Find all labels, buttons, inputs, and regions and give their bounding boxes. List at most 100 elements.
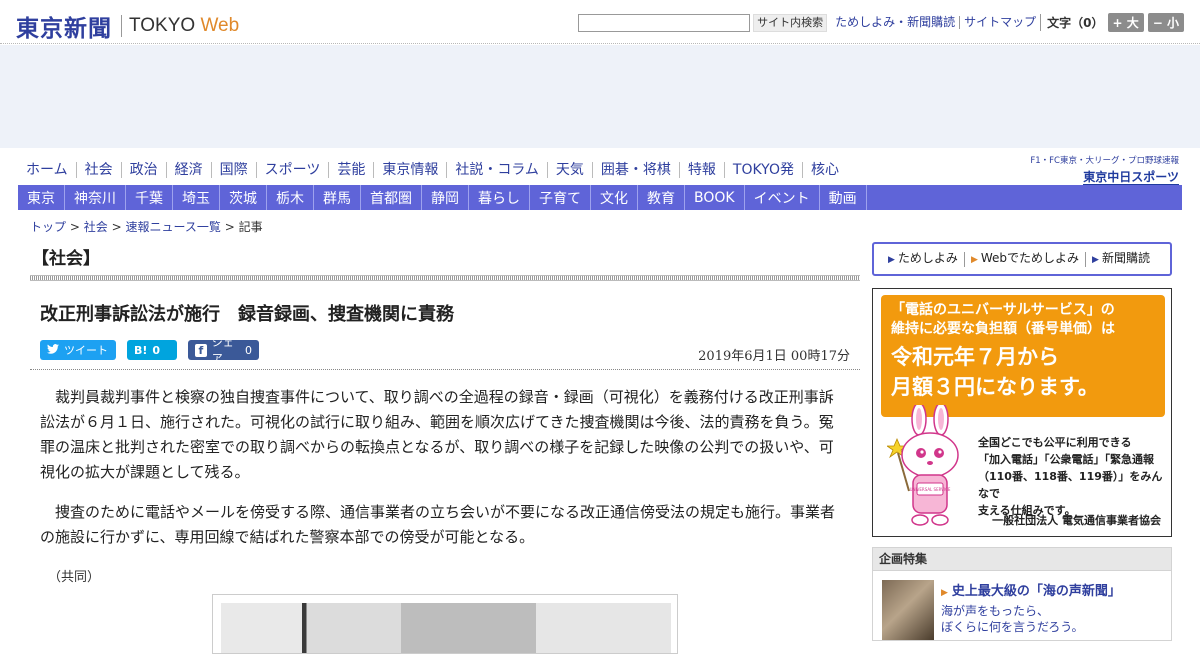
nav-go-shogi[interactable]: 囲碁・将棋 <box>591 162 679 178</box>
twitter-bird-icon <box>47 343 59 357</box>
hatena-bookmark-button[interactable]: B! 0 <box>127 340 177 360</box>
nav-entertainment[interactable]: 芸能 <box>328 162 373 178</box>
article-headline: 改正刑事訴訟法が施行 録音録画、捜査機関に責務 <box>40 304 454 325</box>
chunichi-tagline: F1・FC東京・大リーグ・プロ野球速報 <box>1030 156 1179 166</box>
section-title: 【社会】 <box>32 249 100 269</box>
arrow-right-icon: ▶ <box>1092 254 1099 265</box>
nav2-culture[interactable]: 文化 <box>591 185 638 210</box>
nav2-tokyo[interactable]: 東京 <box>18 185 65 210</box>
arrow-right-icon: ▶ <box>888 254 895 265</box>
nav2-book[interactable]: BOOK <box>685 185 745 210</box>
ad-line-large: 月額３円になります。 <box>891 375 1099 399</box>
article-paragraph: 裁判員裁判事件と検察の独自捜査事件について、取り調べの全過程の録音・録画（可視化… <box>40 388 834 481</box>
nav2-kanagawa[interactable]: 神奈川 <box>65 185 126 210</box>
nav-home[interactable]: ホーム <box>18 162 76 178</box>
nav-tokyo-hatsu[interactable]: TOKYO発 <box>723 162 802 178</box>
article-photo-frame <box>212 594 678 654</box>
logo-en: TOKYO Web <box>129 15 240 36</box>
ad-line: 「電話のユニバーサルサービス」の <box>891 302 1115 318</box>
ad-sponsor: 一般社団法人 電気通信事業者協会 <box>992 514 1161 527</box>
top-ad-banner <box>0 45 1200 148</box>
triangle-right-icon: ▶ <box>941 588 948 598</box>
nav2-living[interactable]: 暮らし <box>469 185 530 210</box>
logo-divider <box>121 15 122 37</box>
feature-item: ▶ 史上最大級の「海の声新聞」 海が声をもったら、 ぼくらに何を言うだろう。 <box>872 571 1172 641</box>
facebook-count: 0 <box>245 343 252 357</box>
nav2-events[interactable]: イベント <box>745 185 820 210</box>
ad-body-line: （110番、118番、119番）」をみんなで <box>978 470 1163 500</box>
promo-subscribe[interactable]: ▶ 新聞購読 <box>1085 251 1156 267</box>
nav2-tochigi[interactable]: 栃木 <box>267 185 314 210</box>
site-header: 東京新聞 TOKYO Web サイト内検索 ためしよみ・新聞購読 サイトマップ … <box>0 0 1200 44</box>
breadcrumb-society[interactable]: 社会 <box>84 220 108 234</box>
feature-section-header: 企画特集 <box>872 547 1172 571</box>
svg-text:UNIVERSAL SERVICE: UNIVERSAL SERVICE <box>910 487 951 492</box>
nav-international[interactable]: 国際 <box>210 162 256 178</box>
sitemap-link[interactable]: サイトマップ <box>959 16 1040 29</box>
nav-economy[interactable]: 経済 <box>165 162 211 178</box>
subscription-promo: ▶ ためしよみ ▶ Webでためしよみ ▶ 新聞購読 <box>872 242 1172 276</box>
feature-thumbnail[interactable] <box>882 580 934 640</box>
article-body: 裁判員裁判事件と検察の独自捜査事件について、取り調べの全過程の録音・録画（可視化… <box>40 385 840 565</box>
nav-politics[interactable]: 政治 <box>120 162 166 178</box>
article-date: 2019年6月1日 00時17分 <box>698 349 850 364</box>
chunichi-sports-link[interactable]: F1・FC東京・大リーグ・プロ野球速報 東京中日スポーツ <box>1027 154 1179 186</box>
tweet-button[interactable]: ツイート <box>40 340 116 360</box>
article-photo[interactable] <box>221 603 671 653</box>
nav2-saitama[interactable]: 埼玉 <box>173 185 220 210</box>
hatena-count: 0 <box>152 343 161 357</box>
article-credit: （共同） <box>48 570 101 585</box>
feature-title-link[interactable]: ▶ 史上最大級の「海の声新聞」 <box>941 580 1121 599</box>
nav2-education[interactable]: 教育 <box>638 185 685 210</box>
trial-subscribe-link[interactable]: ためしよみ・新聞購読 <box>831 16 959 29</box>
ad-body-line: 「加入電話」「公衆電話」「緊急通報 <box>978 453 1154 466</box>
nav-tokyo-info[interactable]: 東京情報 <box>373 162 446 178</box>
font-size-label: 文字（0） <box>1040 14 1104 31</box>
hatena-bookmark-icon: B! <box>134 343 148 357</box>
ad-line-large: 令和元年７月から <box>891 345 1059 369</box>
chunichi-logo: 東京中日スポーツ <box>1083 170 1179 186</box>
breadcrumb-sep: > <box>111 220 122 234</box>
section-divider <box>30 275 860 281</box>
share-buttons: ツイート B! 0 f シェア 0 <box>40 336 259 365</box>
site-search-input[interactable] <box>578 13 751 32</box>
site-search-button[interactable]: サイト内検索 <box>753 13 828 32</box>
site-logo[interactable]: 東京新聞 TOKYO Web <box>16 9 239 43</box>
nav-special-report[interactable]: 特報 <box>678 162 724 178</box>
feature-description: 海が声をもったら、 ぼくらに何を言うだろう。 <box>941 604 1084 634</box>
ad-body-line: 全国どこでも公平に利用できる <box>978 436 1132 449</box>
nav-kakushin[interactable]: 核心 <box>801 162 847 178</box>
primary-nav: ホーム 社会 政治 経済 国際 スポーツ 芸能 東京情報 社説・コラム 天気 囲… <box>18 160 847 180</box>
nav2-gunma[interactable]: 群馬 <box>314 185 361 210</box>
nav2-shutoken[interactable]: 首都圏 <box>361 185 422 210</box>
nav2-parenting[interactable]: 子育て <box>530 185 591 210</box>
sidebar-ad[interactable]: 「電話のユニバーサルサービス」の 維持に必要な負担額（番号単価）は 令和元年７月… <box>872 288 1172 537</box>
header-tools: サイト内検索 ためしよみ・新聞購読 サイトマップ 文字（0） + 大 − 小 <box>578 13 1184 32</box>
breadcrumb-news-list[interactable]: 速報ニュース一覧 <box>125 220 220 234</box>
facebook-share-button[interactable]: f シェア 0 <box>188 336 259 365</box>
breadcrumb-current: 記事 <box>238 220 263 234</box>
font-smaller-button[interactable]: − 小 <box>1147 13 1184 32</box>
promo-trial[interactable]: ▶ ためしよみ <box>882 251 964 267</box>
facebook-icon: f <box>195 343 207 357</box>
article-divider <box>30 369 860 370</box>
nav-sports[interactable]: スポーツ <box>255 162 329 178</box>
logo-jp: 東京新聞 <box>16 15 112 42</box>
breadcrumb: トップ > 社会 > 速報ニュース一覧 > 記事 <box>30 218 263 235</box>
promo-web-trial[interactable]: ▶ Webでためしよみ <box>963 251 1085 267</box>
nav-editorial-column[interactable]: 社説・コラム <box>446 162 547 178</box>
nav2-ibaraki[interactable]: 茨城 <box>220 185 267 210</box>
nav2-video[interactable]: 動画 <box>820 185 867 210</box>
nav2-chiba[interactable]: 千葉 <box>126 185 173 210</box>
font-larger-button[interactable]: + 大 <box>1107 13 1144 32</box>
secondary-nav: 東京 神奈川 千葉 埼玉 茨城 栃木 群馬 首都圏 静岡 暮らし 子育て 文化 … <box>18 185 1182 210</box>
arrow-right-icon: ▶ <box>970 254 978 265</box>
breadcrumb-top[interactable]: トップ <box>30 220 66 234</box>
ad-headline-panel: 「電話のユニバーサルサービス」の 維持に必要な負担額（番号単価）は 令和元年７月… <box>881 295 1165 417</box>
nav-weather[interactable]: 天気 <box>546 162 592 178</box>
breadcrumb-sep: > <box>69 220 80 234</box>
breadcrumb-sep: > <box>224 220 235 234</box>
ad-body: 全国どこでも公平に利用できる 「加入電話」「公衆電話」「緊急通報 （110番、1… <box>978 434 1168 519</box>
nav-society[interactable]: 社会 <box>75 162 121 178</box>
nav2-shizuoka[interactable]: 静岡 <box>422 185 469 210</box>
